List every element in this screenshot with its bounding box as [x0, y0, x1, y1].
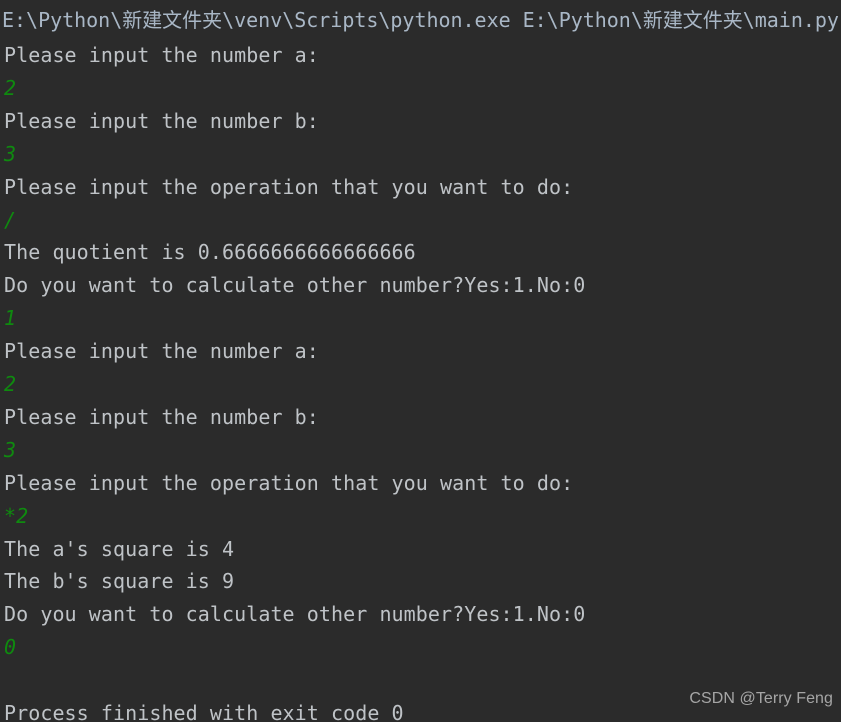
console-output-line: The b's square is 9: [4, 569, 235, 593]
console-output-panel[interactable]: E:\Python\新建文件夹\venv\Scripts\python.exe …: [0, 0, 841, 722]
console-input-echo: 2: [4, 76, 17, 100]
console-command-line: E:\Python\新建文件夹\venv\Scripts\python.exe …: [2, 8, 839, 32]
console-input-echo: 0: [4, 635, 17, 659]
console-input-echo: 3: [4, 142, 17, 166]
console-output-line: Do you want to calculate other number?Ye…: [4, 273, 586, 297]
console-input-echo: *2: [4, 504, 29, 528]
console-output-line: Please input the number b:: [4, 405, 319, 429]
csdn-watermark: CSDN @Terry Feng: [689, 690, 833, 707]
console-output-line: Please input the number a:: [4, 43, 319, 67]
console-output-line: The a's square is 4: [4, 537, 235, 561]
console-output-line: The quotient is 0.6666666666666666: [4, 240, 416, 264]
console-output-line: Do you want to calculate other number?Ye…: [4, 602, 586, 626]
console-output-line: Please input the operation that you want…: [4, 471, 574, 495]
console-input-echo: 1: [4, 306, 17, 330]
console-output-line: Please input the number b:: [4, 109, 319, 133]
console-input-echo: /: [4, 208, 17, 232]
console-output-line: Please input the number a:: [4, 339, 319, 363]
console-input-echo: 2: [4, 372, 17, 396]
console-output-line: Please input the operation that you want…: [4, 175, 574, 199]
console-input-echo: 3: [4, 438, 17, 462]
console-output-line: Process finished with exit code 0: [4, 701, 404, 722]
